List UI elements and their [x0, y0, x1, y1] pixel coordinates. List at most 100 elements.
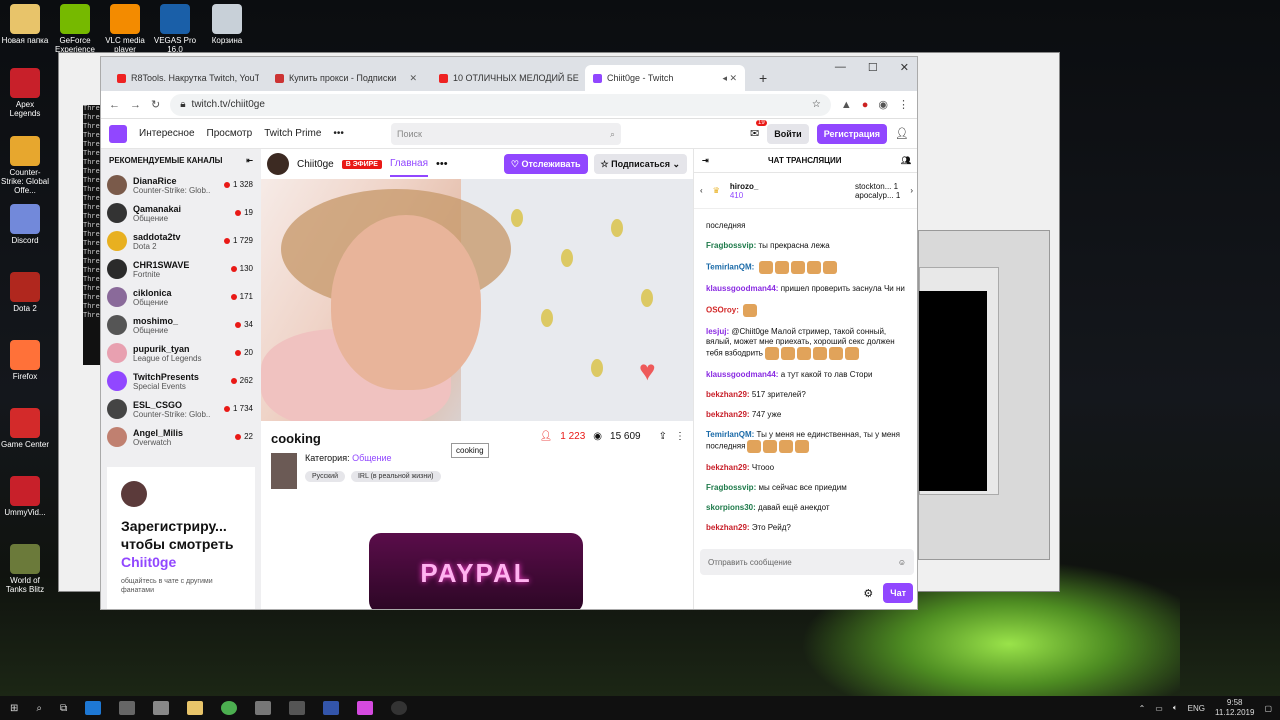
category-link[interactable]: Общение: [352, 453, 391, 463]
maximize-icon[interactable]: ☐: [868, 61, 878, 74]
minimize-icon[interactable]: —: [835, 61, 846, 74]
chat-username[interactable]: klaussgoodman44:: [706, 284, 778, 293]
desktop-icon[interactable]: Новая папка: [0, 4, 50, 45]
mail-icon[interactable]: [153, 701, 170, 715]
sidebar-channel[interactable]: TwitchPresents Special Events 262: [101, 367, 261, 395]
nav-prime[interactable]: Twitch Prime: [264, 128, 321, 139]
profile-avatar-icon[interactable]: ◉: [878, 98, 888, 111]
store-icon[interactable]: [119, 701, 136, 715]
language-indicator[interactable]: ENG: [1188, 704, 1205, 713]
desktop-icon[interactable]: VEGAS Pro 16.0: [150, 4, 200, 54]
chat-input[interactable]: Отправить сообщение ☺: [700, 549, 914, 575]
sidebar-channel[interactable]: ciklonica Общение 171: [101, 283, 261, 311]
more-options-icon[interactable]: ⋮: [675, 431, 685, 442]
desktop-icon[interactable]: Game Center: [0, 408, 50, 449]
chat-username[interactable]: skorpions30:: [706, 503, 756, 512]
desktop-icon[interactable]: Dota 2: [0, 272, 50, 313]
chat-username[interactable]: klaussgoodman44:: [706, 370, 778, 379]
close-tab-icon[interactable]: ✕: [409, 73, 417, 84]
search-icon[interactable]: ⌕: [36, 703, 42, 714]
browser-tab-twitch[interactable]: Chiit0ge - Twitch ◂ ✕: [585, 65, 745, 91]
start-icon[interactable]: ⊞: [10, 703, 18, 714]
nav-discover[interactable]: Интересное: [139, 128, 195, 139]
nav-more[interactable]: •••: [333, 128, 344, 139]
chat-username[interactable]: Fragbossvip:: [706, 241, 756, 250]
chat-username[interactable]: bekzhan29:: [706, 390, 750, 399]
signup-button[interactable]: Регистрация: [816, 123, 888, 144]
app-icon[interactable]: [255, 701, 272, 715]
reload-icon[interactable]: ↻: [151, 98, 160, 111]
follow-button[interactable]: ♡ Отслеживать: [503, 154, 588, 174]
user-icon[interactable]: 👤︎: [895, 127, 909, 140]
back-icon[interactable]: ←: [109, 99, 120, 111]
desktop-icon[interactable]: UmmyVid...: [0, 476, 50, 517]
search-input[interactable]: Поиск ⌕: [391, 123, 621, 145]
sidebar-channel[interactable]: pupurik_tyan League of Legends 20: [101, 339, 261, 367]
tag-irl[interactable]: IRL (в реальной жизни): [350, 471, 441, 482]
url-field[interactable]: 🔒︎ twitch.tv/chiit0ge ☆: [170, 93, 831, 116]
tray-up-icon[interactable]: ⌃: [1139, 704, 1146, 713]
nav-browse[interactable]: Просмотр: [207, 128, 253, 139]
sidebar-channel[interactable]: moshimo_ Общение 34: [101, 311, 261, 339]
sidebar-channel[interactable]: DianaRice Counter-Strike: Glob... 1 328: [101, 171, 261, 199]
gifter-name[interactable]: stockton...: [855, 182, 891, 191]
clock[interactable]: 9:58 11.12.2019: [1215, 698, 1254, 718]
chat-username[interactable]: Fragbossvip:: [706, 483, 756, 492]
forward-icon[interactable]: →: [130, 99, 141, 111]
folder-icon[interactable]: [187, 701, 204, 715]
sidebar-channel[interactable]: ESL_CSGO Counter-Strike: Glob... 1 734: [101, 395, 261, 423]
desktop-icon[interactable]: GeForce Experience: [50, 4, 100, 54]
collapse-sidebar-icon[interactable]: ⇤: [246, 156, 253, 165]
channel-name[interactable]: Chiit0ge: [297, 159, 334, 170]
video-player[interactable]: ♥: [261, 179, 693, 421]
sidebar-channel[interactable]: Qamanakai Общение 19: [101, 199, 261, 227]
settings-gear-icon[interactable]: ⚙: [863, 587, 873, 600]
notification-center-icon[interactable]: ▢: [1264, 704, 1272, 713]
chevron-left-icon[interactable]: ‹: [700, 186, 703, 195]
steam-icon[interactable]: [391, 701, 408, 715]
paypal-panel[interactable]: PAYPAL: [369, 533, 583, 609]
extension-icon-2[interactable]: ●: [862, 99, 869, 111]
chat-username[interactable]: TemirlanQM:: [706, 430, 754, 439]
gifter-name[interactable]: hirozo_: [730, 182, 758, 191]
volume-icon[interactable]: 🔈︎: [1173, 703, 1178, 713]
task-view-icon[interactable]: ⧉: [60, 703, 67, 714]
chat-users-icon[interactable]: 👥︎: [901, 156, 911, 165]
chat-username[interactable]: bekzhan29:: [706, 463, 750, 472]
sidebar-channel[interactable]: saddota2tv Dota 2 1 729: [101, 227, 261, 255]
browser-tab-3[interactable]: 10 ОТЛИЧНЫХ МЕЛОДИЙ БЕЗ✕: [431, 65, 579, 91]
desktop-icon[interactable]: World of Tanks Blitz: [0, 544, 50, 594]
close-tab-icon[interactable]: ◂ ✕: [722, 73, 737, 84]
sidebar-channel[interactable]: CHR1SWAVE Fortnite 130: [101, 255, 261, 283]
desktop-icon[interactable]: Apex Legends: [0, 68, 50, 118]
desktop-icon[interactable]: Discord: [0, 204, 50, 245]
browser-tab-2[interactable]: Купить прокси - Подписки ✕: [267, 65, 425, 91]
chat-username[interactable]: lesjuj:: [706, 327, 729, 336]
search-icon[interactable]: ⌕: [610, 129, 615, 140]
category-boxart[interactable]: [271, 453, 297, 489]
twitch-logo-icon[interactable]: [109, 124, 127, 143]
app-icon-3[interactable]: [357, 701, 374, 715]
desktop-icon[interactable]: Counter-Strike: Global Offe...: [0, 136, 50, 195]
emote-picker-icon[interactable]: ☺: [898, 558, 906, 567]
close-window-icon[interactable]: ✕: [900, 61, 909, 74]
chat-username[interactable]: OSOroy:: [706, 306, 739, 315]
tag-russian[interactable]: Русский: [305, 471, 345, 482]
chat-username[interactable]: bekzhan29:: [706, 523, 750, 532]
bookmark-star-icon[interactable]: ☆: [812, 99, 821, 110]
chat-send-button[interactable]: Чат: [883, 583, 913, 603]
signup-promo-channel[interactable]: Chiit0ge: [121, 553, 241, 571]
network-icon[interactable]: ▭: [1155, 704, 1163, 713]
chat-username[interactable]: bekzhan29:: [706, 410, 750, 419]
chrome-icon[interactable]: [221, 701, 238, 715]
app-icon-2[interactable]: [323, 701, 340, 715]
subscribe-button[interactable]: ☆ Подписаться ⌄: [593, 154, 687, 174]
chat-username[interactable]: TemirlanQM:: [706, 263, 754, 272]
browser-tab-1[interactable]: R8Tools. Накрутка Twitch, YouTu✕: [109, 65, 259, 91]
menu-kebab-icon[interactable]: ⋮: [898, 98, 909, 111]
channel-avatar[interactable]: [267, 153, 289, 175]
extension-icon[interactable]: ▲: [841, 99, 852, 111]
collapse-chat-icon[interactable]: ⇥: [702, 156, 709, 165]
new-tab-button[interactable]: +: [751, 65, 775, 91]
desktop-icon[interactable]: Корзина: [202, 4, 252, 45]
